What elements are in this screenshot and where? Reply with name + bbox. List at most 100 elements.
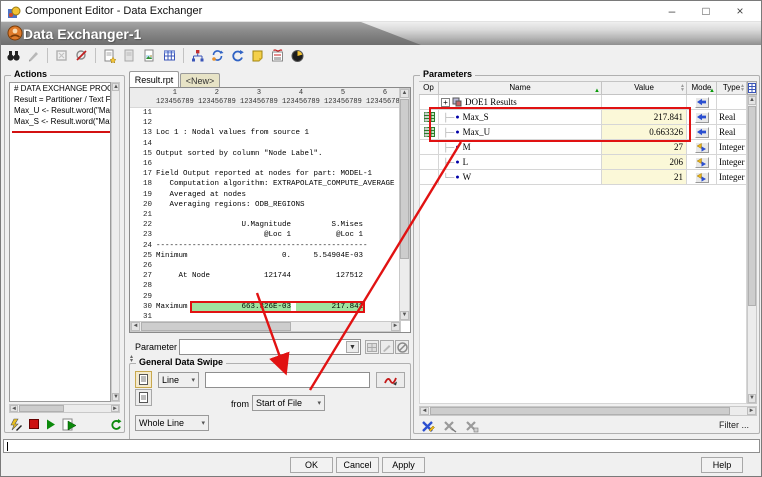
parameter-type: Integer: [717, 155, 747, 170]
refresh-icon[interactable]: [229, 47, 246, 64]
help-button[interactable]: Help: [701, 457, 743, 473]
select-icon[interactable]: [53, 47, 70, 64]
find-icon[interactable]: [5, 47, 22, 64]
tab-new[interactable]: <New>: [180, 73, 220, 87]
parameter-value[interactable]: 217.841: [602, 110, 687, 125]
report-vertical-scrollbar[interactable]: ▲ ▼: [399, 88, 410, 321]
mode-input-output-icon[interactable]: [695, 142, 709, 153]
chart-icon[interactable]: [289, 47, 306, 64]
cancel-button[interactable]: Cancel: [336, 457, 379, 473]
delete-parameter-button[interactable]: [420, 419, 436, 433]
stop-icon[interactable]: [28, 419, 39, 430]
table-report-icon[interactable]: [161, 47, 178, 64]
parameter-dropdown-button[interactable]: ▼: [346, 341, 359, 353]
actions-horizontal-scrollbar[interactable]: ◄ ►: [9, 404, 120, 413]
swipe-type-line-button[interactable]: [135, 371, 152, 388]
max-u-value-highlight: 663.326E-03: [192, 303, 291, 311]
record-macro-icon[interactable]: [9, 418, 22, 431]
results-group-icon: [452, 97, 462, 107]
delete-mapping-button[interactable]: [442, 419, 458, 433]
apply-button[interactable]: Apply: [382, 457, 425, 473]
parameter-table-button[interactable]: [365, 340, 379, 354]
window-title: Component Editor - Data Exchanger: [25, 5, 202, 17]
mode-output-icon[interactable]: [695, 127, 709, 138]
report-icon[interactable]: [121, 47, 138, 64]
actions-list[interactable]: # DATA EXCHANGE PROG Result = Partitione…: [9, 82, 111, 402]
swipe-scope-combobox[interactable]: Whole Line▾: [135, 415, 209, 431]
mode-output-icon[interactable]: [695, 112, 709, 123]
parameter-type: Integer: [717, 140, 747, 155]
sort-icon: ▲▼: [680, 84, 685, 92]
parameters-horizontal-scrollbar[interactable]: ◄ ►: [419, 406, 757, 416]
column-chooser-button[interactable]: [747, 81, 757, 95]
table-icon: [424, 127, 435, 137]
title-bar[interactable]: Component Editor - Data Exchanger – □ ×: [1, 1, 761, 22]
edit-icon[interactable]: [25, 47, 42, 64]
column-header-mode[interactable]: Mode▲: [687, 81, 717, 95]
action-item-max-u[interactable]: Max_U <- Result.word("Max: [10, 105, 110, 116]
swipe-run-button[interactable]: [376, 372, 405, 388]
parameter-edit-button[interactable]: [380, 340, 394, 354]
actions-panel-title: Actions: [11, 69, 50, 79]
parameters-panel-title: Parameters: [420, 69, 475, 79]
actions-vertical-scrollbar[interactable]: ▲ ▼: [111, 82, 120, 402]
toolbar-separator: [95, 48, 96, 63]
command-input[interactable]: [3, 439, 760, 453]
new-report-icon[interactable]: [101, 47, 118, 64]
sync-icon[interactable]: [209, 47, 226, 64]
parameter-value[interactable]: 0.663326: [602, 125, 687, 140]
parameter-name: W: [463, 172, 472, 182]
data-exchanger-icon: [7, 25, 23, 41]
actions-tree-icon[interactable]: [189, 47, 206, 64]
run-file-icon[interactable]: [62, 418, 77, 431]
pencil-icon: [382, 342, 392, 352]
splitter-collapse-control[interactable]: ▴▾: [130, 355, 133, 363]
general-data-swipe-title: General Data Swipe: [136, 357, 226, 367]
mode-input-output-icon[interactable]: [695, 157, 709, 168]
table-icon: [424, 112, 435, 122]
cancel-icon: [397, 342, 408, 353]
mode-input-output-icon[interactable]: [695, 172, 709, 183]
action-item-result[interactable]: Result = Partitioner / Text F: [10, 94, 110, 105]
ok-button[interactable]: OK: [290, 457, 333, 473]
swipe-search-input[interactable]: [205, 372, 370, 388]
tree-branch: ├─: [443, 128, 454, 137]
swipe-type-block-button[interactable]: [135, 389, 152, 406]
parameter-name: Max_S: [463, 112, 489, 122]
export-report-icon[interactable]: [269, 47, 286, 64]
parameter-value[interactable]: 21: [602, 170, 687, 185]
run-icon[interactable]: [45, 419, 56, 430]
action-item-max-s[interactable]: Max_S <- Result.word("Max: [10, 116, 110, 127]
minimize-button[interactable]: –: [655, 1, 689, 21]
report-viewer[interactable]: 1 2 3 4 5 6123456789 123456789 123456789…: [129, 87, 411, 333]
parameter-clear-button[interactable]: [395, 340, 409, 354]
column-header-type[interactable]: Type▲▼: [717, 81, 747, 95]
rerun-icon[interactable]: [109, 418, 122, 431]
column-header-name[interactable]: Name▲: [439, 81, 602, 95]
swipe-icon: [384, 375, 397, 386]
parameter-label: Parameter: [135, 342, 177, 352]
report-horizontal-scrollbar[interactable]: ◄ ►: [130, 321, 401, 332]
swipe-from-combobox[interactable]: Start of File▾: [252, 395, 325, 411]
note-icon[interactable]: [249, 47, 266, 64]
filter-link[interactable]: Filter ...: [719, 420, 749, 430]
parameter-value[interactable]: 206: [602, 155, 687, 170]
column-header-value[interactable]: Value▲▼: [602, 81, 687, 95]
zoom-off-icon[interactable]: [73, 47, 90, 64]
parameter-combobox[interactable]: ▼: [179, 339, 361, 355]
column-header-op[interactable]: Op: [419, 81, 439, 95]
close-button[interactable]: ×: [723, 1, 757, 21]
image-report-icon[interactable]: [141, 47, 158, 64]
swipe-mode-combobox[interactable]: Line▾: [158, 372, 199, 388]
tree-expand-icon[interactable]: +: [441, 98, 450, 107]
parameters-panel: Parameters Op Name▲ Value▲▼ Mode▲ Type▲▼…: [413, 75, 760, 434]
delete-all-mappings-button[interactable]: [464, 419, 480, 433]
maximize-button[interactable]: □: [689, 1, 723, 21]
parameters-vertical-scrollbar[interactable]: ▲ ▼: [747, 95, 757, 404]
general-data-swipe-panel: General Data Swipe Line▾ from Start of F…: [129, 363, 411, 444]
tab-result-rpt[interactable]: Result.rpt: [129, 71, 179, 87]
action-item-program[interactable]: # DATA EXCHANGE PROG: [10, 83, 110, 94]
parameter-bullet-icon: ●: [455, 158, 459, 166]
report-text-before: Loc 1 : Nodal values from source 1 Outpu…: [156, 128, 395, 281]
parameter-value[interactable]: 27: [602, 140, 687, 155]
